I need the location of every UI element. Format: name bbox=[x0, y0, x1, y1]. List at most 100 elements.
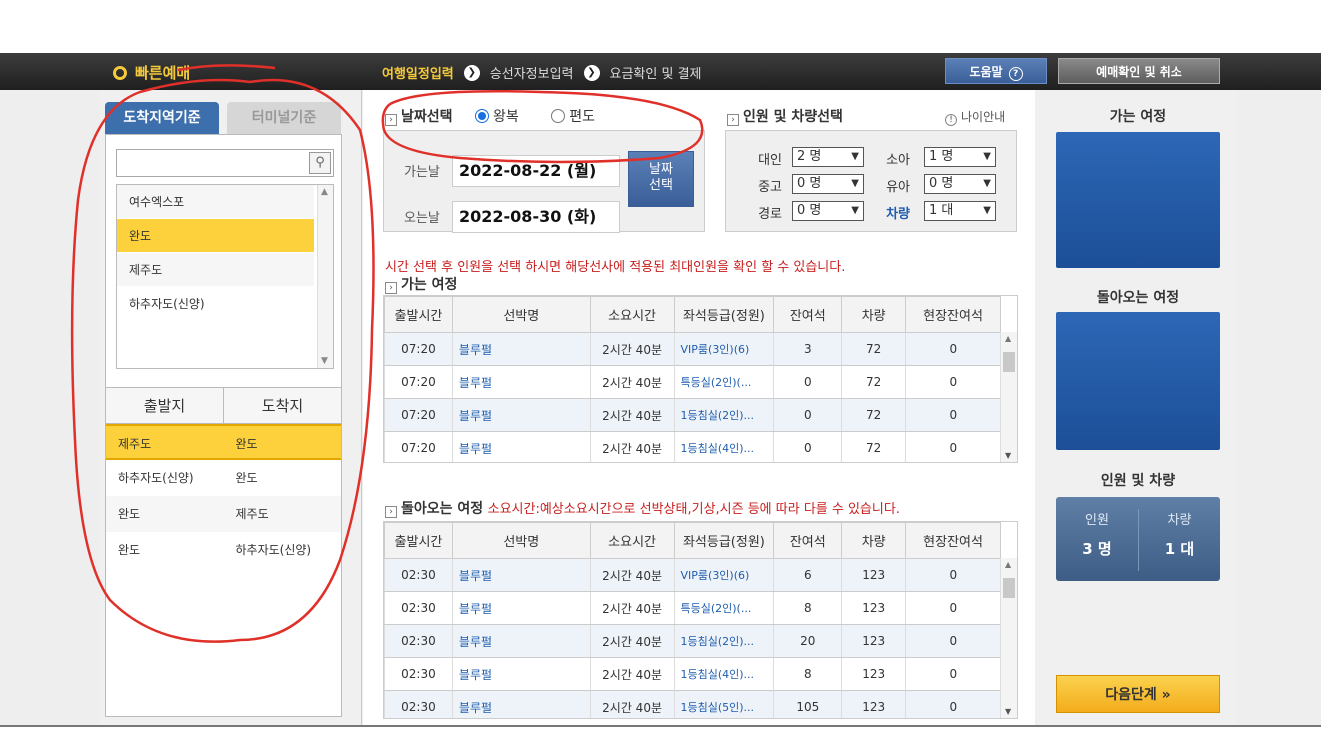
date-select-button[interactable]: 날짜 선택 bbox=[628, 151, 694, 207]
senior-value: 0 명 bbox=[797, 203, 822, 218]
seat-class: 특등실(2인)(... bbox=[673, 365, 774, 399]
col-header: 좌석등급(정원) bbox=[673, 296, 775, 333]
search-icon[interactable]: ⚲ bbox=[309, 152, 331, 174]
duration-notice: 소요시간:예상소요시간으로 선박상태,기상,시즌 등에 따라 다를 수 있습니다… bbox=[487, 502, 900, 517]
scroll-down-icon[interactable]: ▼ bbox=[321, 356, 328, 366]
scroll-up-icon[interactable]: ▲ bbox=[1005, 560, 1011, 569]
vehicle-slots: 72 bbox=[841, 332, 906, 366]
route-list-header: 출발지 도착지 bbox=[106, 388, 341, 424]
route-from: 하추자도(신양) bbox=[118, 471, 194, 485]
date-section-title: 날짜선택 bbox=[401, 109, 453, 125]
inbound-title: 돌아오는 여정 bbox=[401, 501, 484, 517]
route-row[interactable]: 완도 하추자도(신양) bbox=[106, 532, 341, 568]
teen-select[interactable]: 0 명 ▼ bbox=[792, 174, 864, 194]
table-row[interactable]: 07:20 블루펄 2시간 40분 VIP룸(3인)(6) 3 72 0 bbox=[384, 332, 1001, 366]
route-from: 완도 bbox=[118, 543, 141, 557]
route-from: 완도 bbox=[118, 507, 141, 521]
infant-select[interactable]: 0 명 ▼ bbox=[924, 174, 996, 194]
table-row[interactable]: 02:30 블루펄 2시간 40분 특등실(2인)(... 8 123 0 bbox=[384, 591, 1001, 625]
step-payment: 요금확인 및 결제 bbox=[609, 67, 702, 82]
depart-date-field[interactable]: 2022-08-22 (월) bbox=[452, 155, 620, 187]
table-row[interactable]: 02:30 블루펄 2시간 40분 1등침실(2인)... 20 123 0 bbox=[384, 624, 1001, 658]
scroll-down-icon[interactable]: ▼ bbox=[1005, 451, 1011, 460]
departure-time: 07:20 bbox=[384, 365, 453, 399]
tab-arrival-region[interactable]: 도착지역기준 bbox=[105, 102, 219, 134]
location-item[interactable]: 제주도 bbox=[117, 253, 314, 287]
summary-vehicle: 차량 1 대 bbox=[1138, 509, 1220, 571]
next-step-button[interactable]: 다음단계 » bbox=[1056, 675, 1220, 713]
table-header-row: 출발시간 선박명 소요시간 좌석등급(정원) 잔여석 차량 현장잔여석 bbox=[384, 522, 1001, 559]
reservation-check-button[interactable]: 예매확인 및 취소 bbox=[1058, 58, 1220, 84]
return-date-field[interactable]: 2022-08-30 (화) bbox=[452, 201, 620, 233]
table-row[interactable]: 02:30 블루펄 2시간 40분 1등침실(4인)... 8 123 0 bbox=[384, 657, 1001, 691]
route-row-selected[interactable]: 제주도 완도 bbox=[106, 424, 341, 460]
age-info-link[interactable]: ! 나이안내 bbox=[945, 108, 1005, 126]
brand: 빠른예매 bbox=[113, 62, 190, 83]
adult-select[interactable]: 2 명 ▼ bbox=[792, 147, 864, 167]
route-row[interactable]: 하추자도(신양) 완도 bbox=[106, 460, 341, 496]
section-arrow-icon: › bbox=[385, 282, 397, 294]
help-button[interactable]: 도움말? bbox=[945, 58, 1047, 84]
col-header: 출발시간 bbox=[384, 522, 453, 559]
tab-terminal[interactable]: 터미널기준 bbox=[227, 102, 341, 134]
vehicle-select[interactable]: 1 대 ▼ bbox=[924, 201, 996, 221]
table-row[interactable]: 07:20 블루펄 2시간 40분 1등침실(4인)... 0 72 0 bbox=[384, 431, 1001, 462]
inbound-scrollbar[interactable]: ▲ ▼ bbox=[1000, 558, 1017, 718]
ship-name: 블루펄 bbox=[451, 690, 591, 718]
onsite-seats: 0 bbox=[905, 365, 1001, 399]
table-header-row: 출발시간 선박명 소요시간 좌석등급(정원) 잔여석 차량 현장잔여석 bbox=[384, 296, 1001, 333]
roundtrip-label: 왕복 bbox=[492, 109, 519, 125]
section-arrow-icon: › bbox=[385, 114, 397, 126]
table-row[interactable]: 07:20 블루펄 2시간 40분 특등실(2인)(... 0 72 0 bbox=[384, 365, 1001, 399]
ship-name: 블루펄 bbox=[451, 398, 591, 432]
location-search-input[interactable]: ⚲ bbox=[116, 149, 334, 177]
depart-label: 가는날 bbox=[404, 165, 440, 180]
child-value: 1 명 bbox=[929, 149, 954, 164]
ship-name: 블루펄 bbox=[451, 624, 591, 658]
onsite-seats: 0 bbox=[905, 431, 1001, 462]
scroll-down-icon[interactable]: ▼ bbox=[1005, 707, 1011, 716]
vehicle-label: 차량 bbox=[886, 207, 910, 222]
location-item-selected[interactable]: 완도 bbox=[117, 219, 314, 253]
date-select-line1: 날짜 bbox=[649, 162, 673, 177]
onsite-seats: 0 bbox=[905, 690, 1001, 718]
summary-return-title: 돌아오는 여정 bbox=[1096, 290, 1180, 306]
radio-oneway[interactable]: 편도 bbox=[551, 109, 595, 125]
onsite-seats: 0 bbox=[905, 624, 1001, 658]
scroll-up-icon[interactable]: ▲ bbox=[321, 187, 328, 197]
seat-class: 1등침실(2인)... bbox=[673, 624, 774, 658]
ship-name: 블루펄 bbox=[451, 365, 591, 399]
seats-left: 105 bbox=[773, 690, 842, 718]
adult-value: 2 명 bbox=[797, 149, 822, 164]
seat-class: 1등침실(5인)... bbox=[673, 690, 774, 718]
senior-select[interactable]: 0 명 ▼ bbox=[792, 201, 864, 221]
col-header: 출발시간 bbox=[384, 296, 453, 333]
duration: 2시간 40분 bbox=[589, 332, 674, 366]
summary-pax-title: 인원 및 차량 bbox=[1100, 473, 1176, 489]
departure-time: 02:30 bbox=[384, 558, 453, 592]
scroll-thumb[interactable] bbox=[1003, 578, 1015, 598]
chevron-down-icon: ▼ bbox=[983, 205, 991, 216]
inbound-header: › 돌아오는 여정 소요시간:예상소요시간으로 선박상태,기상,시즌 등에 따라 … bbox=[385, 498, 900, 518]
route-to: 완도 bbox=[235, 437, 258, 451]
route-row[interactable]: 완도 제주도 bbox=[106, 496, 341, 532]
chevron-down-icon: ▼ bbox=[983, 178, 991, 189]
col-header: 소요시간 bbox=[589, 522, 675, 559]
departure-time: 02:30 bbox=[384, 624, 453, 658]
scroll-up-icon[interactable]: ▲ bbox=[1005, 334, 1011, 343]
table-row[interactable]: 02:30 블루펄 2시간 40분 1등침실(5인)... 105 123 0 bbox=[384, 690, 1001, 718]
radio-roundtrip[interactable]: 왕복 bbox=[474, 109, 519, 125]
location-item[interactable]: 하추자도(신양) bbox=[117, 287, 314, 321]
location-item[interactable]: 여수엑스포 bbox=[117, 185, 314, 219]
chevron-down-icon: ▼ bbox=[983, 151, 991, 162]
child-select[interactable]: 1 명 ▼ bbox=[924, 147, 996, 167]
table-row[interactable]: 02:30 블루펄 2시간 40분 VIP룸(3인)(6) 6 123 0 bbox=[384, 558, 1001, 592]
brand-ring-icon bbox=[113, 66, 127, 80]
departure-time: 02:30 bbox=[384, 690, 453, 718]
location-list-scrollbar[interactable]: ▲ ▼ bbox=[317, 185, 333, 368]
table-row[interactable]: 07:20 블루펄 2시간 40분 1등침실(2인)... 0 72 0 bbox=[384, 398, 1001, 432]
outbound-scrollbar[interactable]: ▲ ▼ bbox=[1000, 332, 1017, 462]
col-header: 차량 bbox=[841, 296, 907, 333]
scroll-thumb[interactable] bbox=[1003, 352, 1015, 372]
people-label: 인원 bbox=[1085, 513, 1109, 528]
